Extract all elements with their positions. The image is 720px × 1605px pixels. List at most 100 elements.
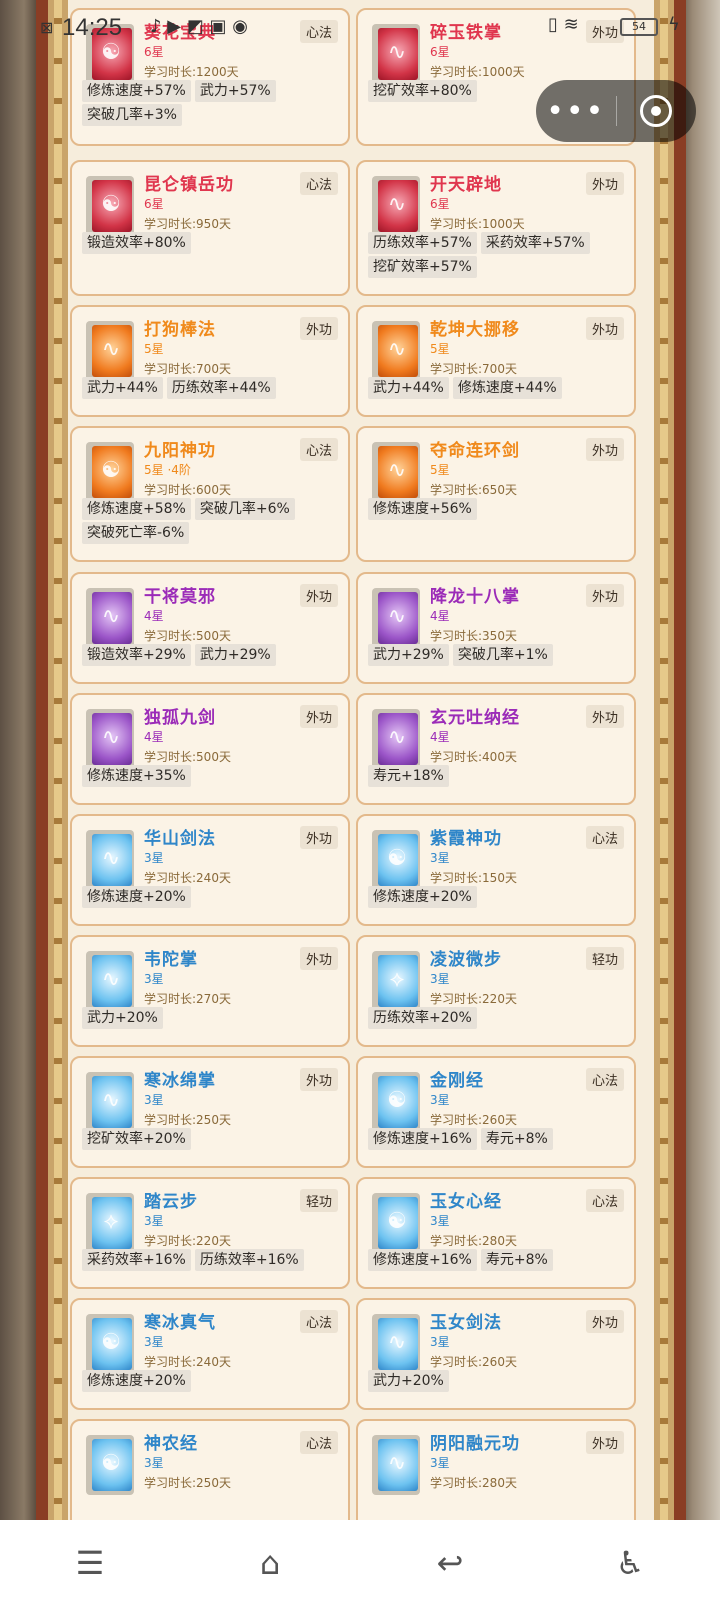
- skill-stars: 3星: [144, 1335, 164, 1349]
- skill-type-badge: 外功: [585, 584, 624, 607]
- skill-duration: 学习时长:280天: [430, 1234, 517, 1248]
- martial-art-card[interactable]: ∿ 打狗棒法 5星 学习时长:700天 外功 武力+44% 历练效率+44%: [70, 305, 350, 417]
- more-button[interactable]: •••: [536, 94, 616, 129]
- skill-stars: 4星: [144, 730, 164, 744]
- skill-book-icon: ∿: [86, 321, 134, 381]
- menu-icon: ☰: [75, 1543, 105, 1582]
- accessibility-nav-button[interactable]: ♿: [600, 1533, 660, 1593]
- skill-stars: 4星: [144, 609, 164, 623]
- martial-art-card[interactable]: ∿ 玉女剑法 3星 学习时长:260天 外功 武力+20%: [356, 1298, 636, 1410]
- skill-book-icon: ☯: [86, 1435, 134, 1495]
- menu-nav-button[interactable]: ☰: [60, 1533, 120, 1593]
- martial-art-card[interactable]: ☯ 玉女心经 3星 学习时长:280天 心法 修炼速度+16% 寿元+8%: [356, 1177, 636, 1289]
- skill-name: 神农经: [144, 1434, 198, 1454]
- skill-duration: 学习时长:700天: [144, 362, 231, 376]
- close-button[interactable]: [617, 95, 697, 127]
- effect-tag: 寿元+8%: [480, 1249, 553, 1271]
- skill-effects: 修炼速度+35%: [82, 765, 338, 787]
- martial-art-card[interactable]: ∿ 韦陀掌 3星 学习时长:270天 外功 武力+20%: [70, 935, 350, 1047]
- martial-art-card[interactable]: ☯ 紫霞神功 3星 学习时长:150天 心法 修炼速度+20%: [356, 814, 636, 926]
- martial-art-card[interactable]: ∿ 乾坤大挪移 5星 学习时长:700天 外功 武力+44% 修炼速度+44%: [356, 305, 636, 417]
- skill-type-badge: 外功: [585, 317, 624, 340]
- skill-book-icon: ∿: [372, 588, 420, 648]
- skill-type-badge: 外功: [585, 705, 624, 728]
- skill-effects: 锻造效率+80%: [82, 232, 338, 254]
- martial-art-card[interactable]: ☯ 昆仑镇岳功 6星 学习时长:950天 心法 锻造效率+80%: [70, 160, 350, 296]
- skill-name: 玉女剑法: [430, 1313, 502, 1333]
- skill-book-icon: ∿: [86, 709, 134, 769]
- effect-tag: 历练效率+16%: [194, 1249, 304, 1271]
- back-nav-button[interactable]: ↩: [420, 1533, 480, 1593]
- martial-art-card[interactable]: ⟡ 凌波微步 3星 学习时长:220天 轻功 历练效率+20%: [356, 935, 636, 1047]
- effect-tag: 寿元+8%: [480, 1128, 553, 1150]
- skill-name: 玄元吐纳经: [430, 708, 520, 728]
- martial-art-card[interactable]: ∿ 寒冰绵掌 3星 学习时长:250天 外功 挖矿效率+20%: [70, 1056, 350, 1168]
- martial-art-card[interactable]: ∿ 华山剑法 3星 学习时长:240天 外功 修炼速度+20%: [70, 814, 350, 926]
- effect-tag: 历练效率+20%: [368, 1007, 477, 1029]
- skill-effects: 寿元+18%: [368, 765, 624, 787]
- skill-book-icon: ∿: [86, 1072, 134, 1132]
- martial-art-card[interactable]: ☯ 金刚经 3星 学习时长:260天 心法 修炼速度+16% 寿元+8%: [356, 1056, 636, 1168]
- effect-tag: 武力+20%: [82, 1007, 163, 1029]
- effect-tag: 武力+57%: [194, 80, 276, 102]
- skill-effects: 历练效率+57% 采药效率+57% 挖矿效率+57%: [368, 232, 624, 278]
- martial-art-card[interactable]: ∿ 干将莫邪 4星 学习时长:500天 外功 锻造效率+29% 武力+29%: [70, 572, 350, 684]
- effect-tag: 修炼速度+20%: [368, 886, 477, 908]
- skill-book-icon: ∿: [372, 1435, 420, 1495]
- skill-book-icon: ☯: [372, 830, 420, 890]
- scroll-panel[interactable]: ☯ 葵花宝典 6星 学习时长:1200天 心法 修炼速度+57% 武力+57% 突破几率+3%…: [36, 0, 686, 1531]
- skill-name: 干将莫邪: [144, 587, 216, 607]
- effect-tag: 锻造效率+29%: [82, 644, 191, 666]
- skill-duration: 学习时长:260天: [430, 1355, 517, 1369]
- skill-duration: 学习时长:1000天: [430, 65, 525, 79]
- skill-type-badge: 外功: [299, 826, 338, 849]
- skill-effects: 修炼速度+56%: [368, 498, 624, 520]
- skill-type-badge: 外功: [299, 947, 338, 970]
- martial-art-card[interactable]: ∿ 开天辟地 6星 学习时长:1000天 外功 历练效率+57% 采药效率+57% 挖矿效率+…: [356, 160, 636, 296]
- skill-effects: 武力+20%: [82, 1007, 338, 1029]
- skill-book-icon: ∿: [86, 830, 134, 890]
- skill-type-badge: 外功: [299, 705, 338, 728]
- martial-art-card[interactable]: ∿ 玄元吐纳经 4星学习时长:400天 外功寿元+18%: [356, 693, 636, 805]
- skill-name: 夺命连环剑: [430, 441, 520, 461]
- skill-effects: 采药效率+16% 历练效率+16%: [82, 1249, 338, 1271]
- home-icon: ⌂: [259, 1543, 281, 1582]
- skill-book-icon: ☯: [86, 176, 134, 236]
- skill-effects: 武力+20%: [368, 1370, 624, 1392]
- skill-book-icon: ∿: [372, 709, 420, 769]
- martial-art-card[interactable]: ☯ 九阳神功 5星 ·4阶 学习时长:600天 心法 修炼速度+58% 突破几率+6% 突破死…: [70, 426, 350, 562]
- skill-type-badge: 心法: [585, 1189, 624, 1212]
- skill-effects: 挖矿效率+20%: [82, 1128, 338, 1150]
- skill-book-icon: ∿: [86, 951, 134, 1011]
- martial-art-card[interactable]: ∿ 降龙十八掌 4星 学习时长:350天 外功 武力+29% 突破几率+1%: [356, 572, 636, 684]
- effect-tag: 历练效率+57%: [368, 232, 477, 254]
- accessibility-icon: ♿: [615, 1543, 645, 1582]
- effect-tag: 武力+44%: [368, 377, 449, 399]
- skill-duration: 学习时长:270天: [144, 992, 231, 1006]
- skill-type-badge: 外功: [299, 584, 338, 607]
- skill-book-icon: ∿: [372, 442, 420, 502]
- skill-stars: 3星: [144, 1093, 164, 1107]
- martial-art-card[interactable]: ∿ 阴阳融元功 3星 学习时长:280天 外功: [356, 1419, 636, 1531]
- skill-stars: 3星: [430, 1456, 450, 1470]
- home-nav-button[interactable]: ⌂: [240, 1533, 300, 1593]
- skill-book-icon: ∿: [372, 176, 420, 236]
- effect-tag: 挖矿效率+57%: [368, 256, 477, 278]
- skill-type-badge: 外功: [585, 1431, 624, 1454]
- skill-effects: 锻造效率+29% 武力+29%: [82, 644, 338, 666]
- martial-art-card[interactable]: ⟡ 踏云步 3星 学习时长:220天 轻功 采药效率+16% 历练效率+16%: [70, 1177, 350, 1289]
- martial-art-card[interactable]: ∿ 夺命连环剑 5星 学习时长:650天 外功 修炼速度+56%: [356, 426, 636, 562]
- effect-tag: 修炼速度+16%: [368, 1128, 477, 1150]
- martial-art-card[interactable]: ☯ 寒冰真气 3星 学习时长:240天 心法 修炼速度+20%: [70, 1298, 350, 1410]
- martial-art-card[interactable]: ☯ 神农经 3星 学习时长:250天 心法: [70, 1419, 350, 1531]
- skill-stars: 4星: [430, 730, 450, 744]
- skill-stars: 6星: [430, 197, 450, 211]
- effect-tag: 锻造效率+80%: [82, 232, 191, 254]
- skill-duration: 学习时长:400天: [430, 750, 517, 764]
- effect-tag: 突破死亡率-6%: [82, 522, 190, 544]
- skill-book-icon: ⟡: [372, 951, 420, 1011]
- martial-art-card[interactable]: ∿ 独孤九剑 4星 学习时长:500天 外功 修炼速度+35%: [70, 693, 350, 805]
- skill-duration: 学习时长:240天: [144, 871, 231, 885]
- skill-stars: 3星: [144, 972, 164, 986]
- effect-tag: 修炼速度+44%: [452, 377, 562, 399]
